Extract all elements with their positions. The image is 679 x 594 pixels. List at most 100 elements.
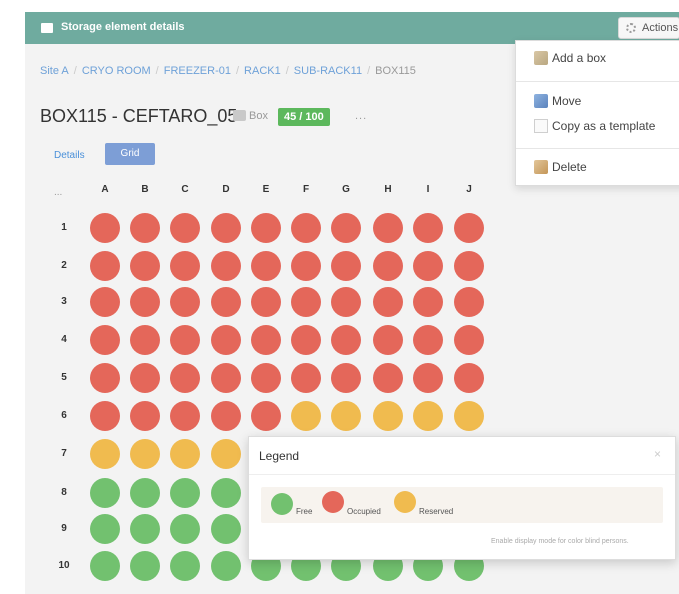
grid-cell-g5[interactable] [331,363,361,393]
grid-cell-a8[interactable] [90,478,120,508]
grid-cell-b5[interactable] [130,363,160,393]
grid-cell-b2[interactable] [130,251,160,281]
grid-cell-a5[interactable] [90,363,120,393]
grid-cell-i4[interactable] [413,325,443,355]
grid-cell-e6[interactable] [251,401,281,431]
menu-item-move[interactable]: Move [534,94,581,108]
grid-cell-a2[interactable] [90,251,120,281]
grid-cell-h6[interactable] [373,401,403,431]
grid-cell-f5[interactable] [291,363,321,393]
grid-cell-j2[interactable] [454,251,484,281]
grid-cell-a10[interactable] [90,551,120,581]
grid-cell-f3[interactable] [291,287,321,317]
breadcrumb-item[interactable]: Site A [40,65,69,77]
grid-cell-g6[interactable] [331,401,361,431]
grid-cell-d1[interactable] [211,213,241,243]
grid-cell-c9[interactable] [170,514,200,544]
grid-cell-a6[interactable] [90,401,120,431]
grid-cell-j3[interactable] [454,287,484,317]
grid-cell-e3[interactable] [251,287,281,317]
grid-cell-b9[interactable] [130,514,160,544]
grid-cell-h3[interactable] [373,287,403,317]
grid-cell-i6[interactable] [413,401,443,431]
grid-cell-c7[interactable] [170,439,200,469]
grid-cell-b4[interactable] [130,325,160,355]
grid-cell-i3[interactable] [413,287,443,317]
grid-cell-i2[interactable] [413,251,443,281]
grid-cell-c5[interactable] [170,363,200,393]
more-options[interactable]: ... [355,110,367,122]
menu-item-add-box[interactable]: Add a box [534,51,606,65]
menu-item-copy-template[interactable]: Copy as a template [534,119,655,133]
grid-cell-e1[interactable] [251,213,281,243]
grid-cell-b3[interactable] [130,287,160,317]
column-header: B [141,184,149,195]
grid-cell-b1[interactable] [130,213,160,243]
grid-cell-i5[interactable] [413,363,443,393]
tab-details[interactable]: Details [54,150,85,161]
grid-cell-e2[interactable] [251,251,281,281]
grid-cell-b6[interactable] [130,401,160,431]
grid-cell-g4[interactable] [331,325,361,355]
grid-cell-a4[interactable] [90,325,120,355]
grid-cell-d10[interactable] [211,551,241,581]
grid-cell-h5[interactable] [373,363,403,393]
menu-item-delete[interactable]: Delete [534,160,587,174]
grid-cell-c4[interactable] [170,325,200,355]
grid-cell-a7[interactable] [90,439,120,469]
grid-cell-j5[interactable] [454,363,484,393]
grid-cell-d6[interactable] [211,401,241,431]
menu-item-label: Copy as a template [552,119,656,133]
breadcrumb-item[interactable]: CRYO ROOM [82,65,151,77]
grid-cell-d3[interactable] [211,287,241,317]
grid-cell-a1[interactable] [90,213,120,243]
column-header: E [262,184,270,195]
breadcrumb-item[interactable]: FREEZER-01 [164,65,231,77]
actions-button[interactable]: Actions [618,17,679,39]
grid-cell-a3[interactable] [90,287,120,317]
grid-cell-f2[interactable] [291,251,321,281]
grid-cell-c2[interactable] [170,251,200,281]
grid-cell-a9[interactable] [90,514,120,544]
tab-grid[interactable]: Grid [105,143,155,165]
grid-cell-f4[interactable] [291,325,321,355]
grid-cell-e5[interactable] [251,363,281,393]
row-header: 8 [61,487,67,498]
grid-cell-j4[interactable] [454,325,484,355]
grid-cell-h4[interactable] [373,325,403,355]
grid-cell-c3[interactable] [170,287,200,317]
color-blind-mode-link[interactable]: Enable display mode for color blind pers… [491,538,629,545]
grid-cell-d4[interactable] [211,325,241,355]
grid-cell-g2[interactable] [331,251,361,281]
grid-cell-g3[interactable] [331,287,361,317]
column-header: A [101,184,109,195]
grid-cell-h1[interactable] [373,213,403,243]
grid-cell-b8[interactable] [130,478,160,508]
grid-cell-d2[interactable] [211,251,241,281]
grid-cell-f6[interactable] [291,401,321,431]
breadcrumb-item[interactable]: SUB-RACK11 [294,65,362,77]
close-icon[interactable]: × [654,447,661,461]
grid-cell-g1[interactable] [331,213,361,243]
grid-cell-d8[interactable] [211,478,241,508]
grid-cell-d7[interactable] [211,439,241,469]
grid-cell-h2[interactable] [373,251,403,281]
legend-dot-occupied [322,491,344,513]
grid-cell-b7[interactable] [130,439,160,469]
breadcrumb-item[interactable]: RACK1 [244,65,281,77]
legend-divider [249,474,675,475]
grid-cell-d9[interactable] [211,514,241,544]
grid-cell-i1[interactable] [413,213,443,243]
column-header: J [466,184,472,195]
grid-cell-e4[interactable] [251,325,281,355]
grid-cell-d5[interactable] [211,363,241,393]
grid-cell-j1[interactable] [454,213,484,243]
grid-cell-f1[interactable] [291,213,321,243]
actions-menu: Add a box Move Copy as a template Delete [515,40,679,186]
grid-cell-c10[interactable] [170,551,200,581]
grid-cell-c8[interactable] [170,478,200,508]
grid-cell-b10[interactable] [130,551,160,581]
grid-cell-j6[interactable] [454,401,484,431]
grid-cell-c6[interactable] [170,401,200,431]
grid-cell-c1[interactable] [170,213,200,243]
